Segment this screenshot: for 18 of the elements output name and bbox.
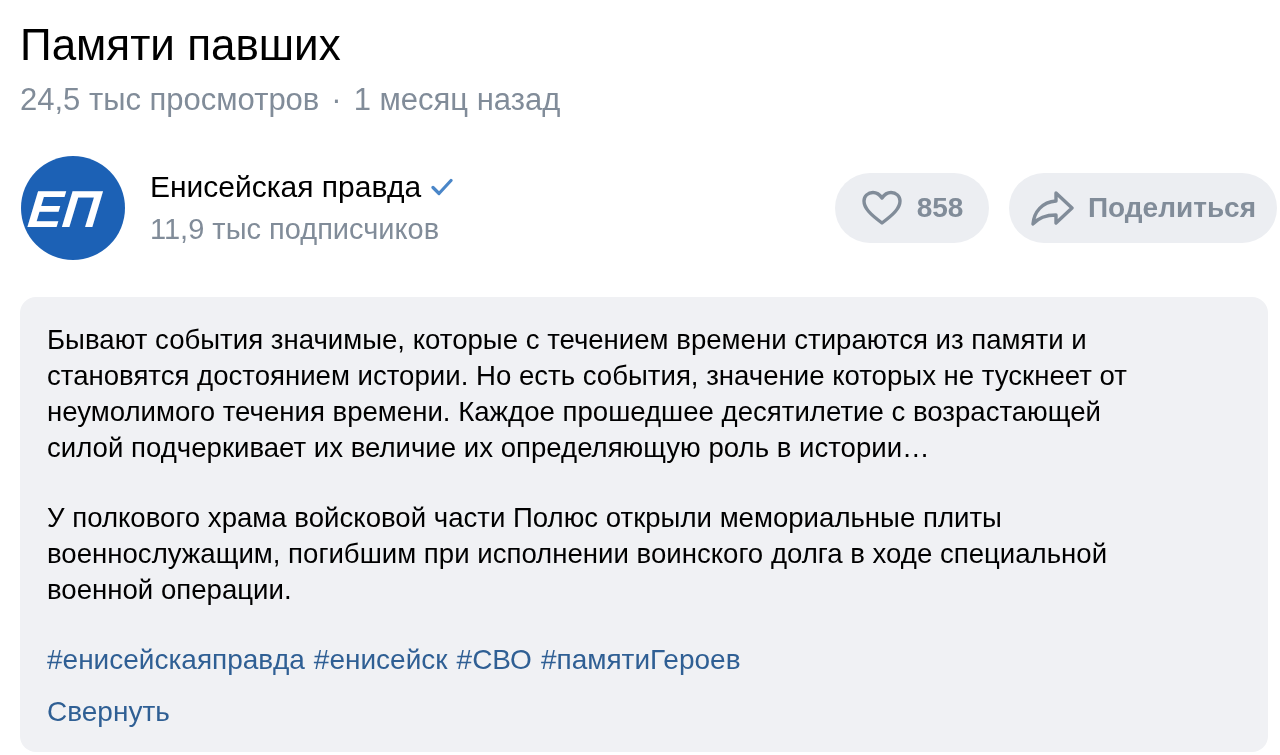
hashtag-link[interactable]: #енисейск: [313, 644, 448, 675]
hashtag-link[interactable]: #енисейскаяправда: [47, 644, 305, 675]
share-arrow-icon: [1029, 190, 1074, 226]
channel-logo: ЕП: [20, 155, 126, 261]
hashtag-link[interactable]: #СВО: [456, 644, 532, 675]
view-count: 24,5 тыс просмотров: [20, 81, 320, 119]
description-text: У полкового храма войсковой части Полюс открыли мемориальные плиты военнослужащим, погибшим при исполнении воинского долга в ходе специальной военной операции.: [47, 501, 1109, 607]
channel-name[interactable]: Енисейская правда: [150, 169, 422, 205]
separator-dot: ·: [331, 81, 342, 119]
description-text: Бывают события значимые, которые с течением времени стираются из памяти и становятся достоянием истории. Но есть события, значение которых не тускнеет от неумолимого течения времени. Каждое прошедшее десятилетие с возрастающей силой подчеркивает их величие их определяющую роль в истории…: [47, 323, 1128, 465]
like-button[interactable]: 858: [835, 173, 989, 243]
upload-age: 1 месяц назад: [353, 81, 561, 119]
heart-icon: [860, 190, 903, 226]
hashtag-link[interactable]: #памятиГероев: [540, 644, 741, 675]
subscriber-count: 11,9 тыс подписчиков: [150, 212, 440, 247]
video-title: Памяти павших: [20, 20, 342, 70]
collapse-link[interactable]: Свернуть: [47, 694, 170, 730]
share-button[interactable]: Поделиться: [1009, 173, 1277, 243]
